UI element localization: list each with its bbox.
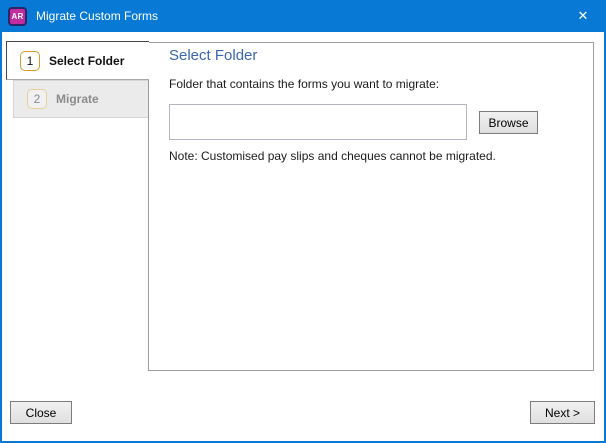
close-icon[interactable]: ✕ bbox=[560, 0, 606, 32]
window-title: Migrate Custom Forms bbox=[36, 9, 159, 23]
folder-path-label: Folder that contains the forms you want … bbox=[169, 77, 440, 91]
accountright-app-icon: AR bbox=[8, 6, 27, 26]
step-label: Select Folder bbox=[49, 53, 125, 68]
step-number-badge: 1 bbox=[20, 50, 40, 71]
step-tab-select-folder[interactable]: 1 Select Folder bbox=[6, 41, 149, 80]
next-button[interactable]: Next > bbox=[530, 401, 595, 424]
migration-note: Note: Customised pay slips and cheques c… bbox=[169, 149, 496, 163]
step-tab-migrate[interactable]: 2 Migrate bbox=[13, 80, 148, 118]
close-button[interactable]: Close bbox=[10, 401, 72, 424]
window-border-left bbox=[0, 32, 2, 443]
step-number-badge: 2 bbox=[27, 89, 47, 109]
migrate-custom-forms-dialog: AR Migrate Custom Forms ✕ 1 Select Folde… bbox=[0, 0, 606, 443]
select-folder-panel: Select Folder Folder that contains the f… bbox=[148, 42, 594, 371]
browse-button[interactable]: Browse bbox=[479, 111, 538, 134]
step-label: Migrate bbox=[56, 92, 99, 106]
page-title: Select Folder bbox=[169, 47, 258, 64]
folder-path-input[interactable] bbox=[169, 104, 467, 140]
title-bar: AR Migrate Custom Forms ✕ bbox=[0, 0, 606, 32]
